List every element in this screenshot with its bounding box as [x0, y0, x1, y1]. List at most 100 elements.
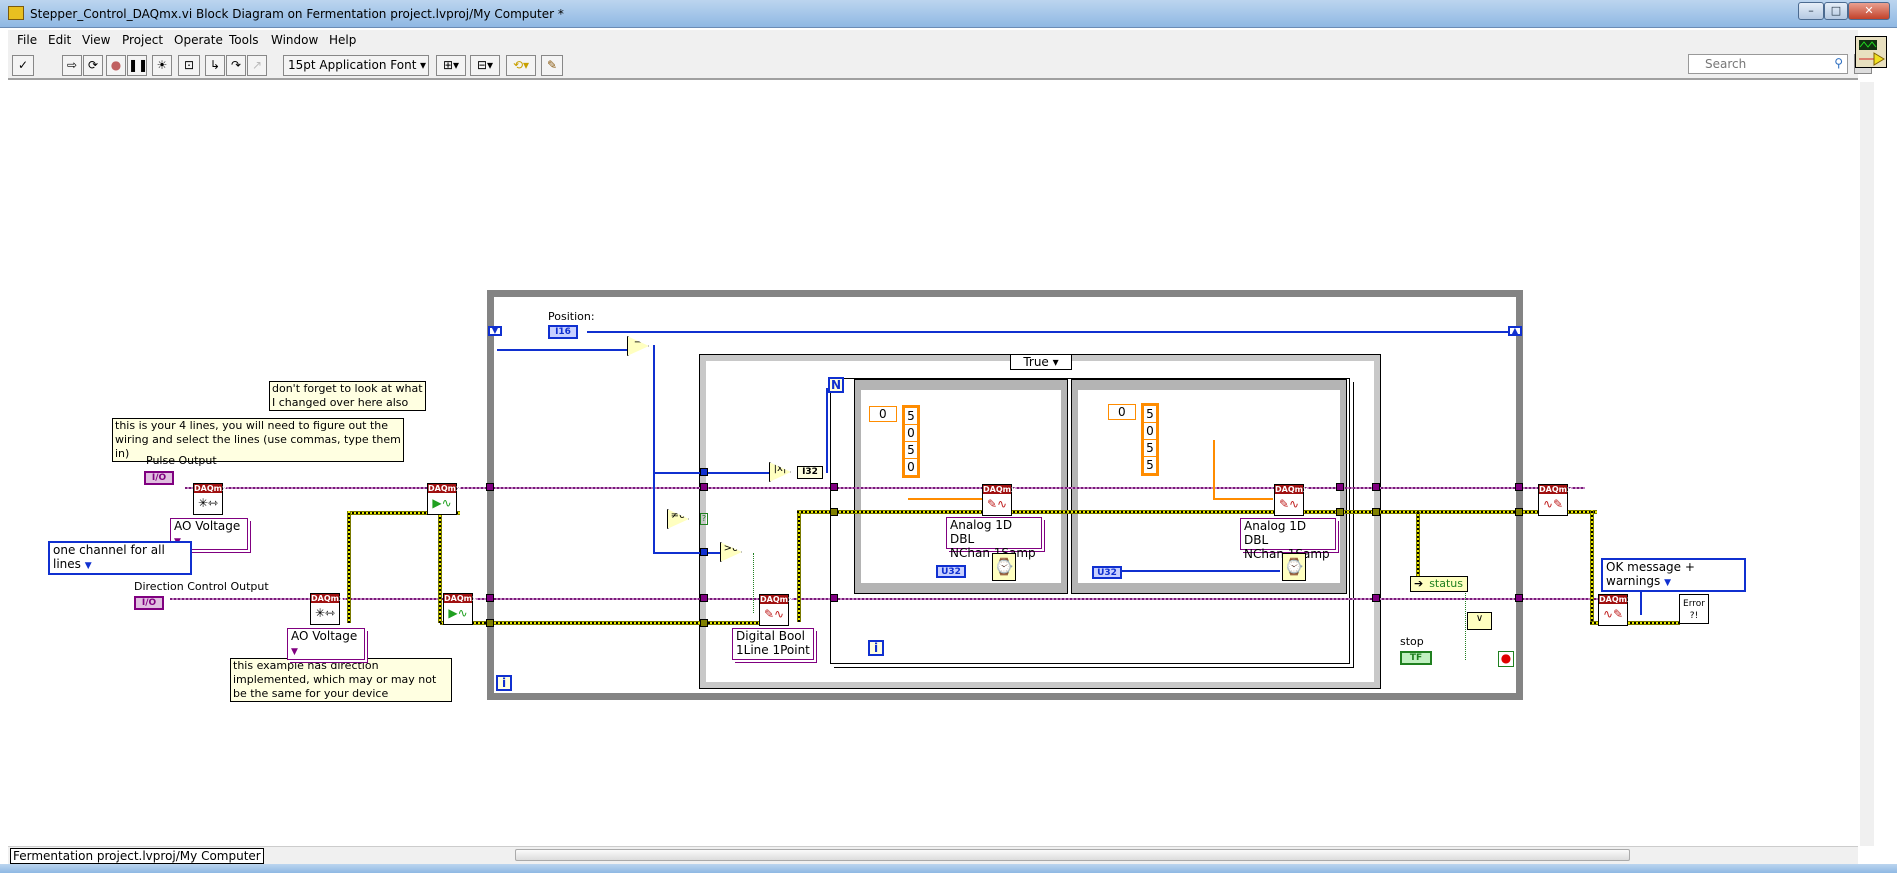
step-out-icon[interactable]: ↗ — [247, 55, 267, 76]
checkmark-icon[interactable]: ✓ — [12, 55, 34, 76]
tunnel — [700, 619, 708, 627]
ring-line-1: Analog 1D DBL — [1244, 519, 1307, 547]
task-wire-bottom — [170, 598, 1600, 600]
digital-bool-ring[interactable]: Digital Bool 1Line 1Point — [732, 628, 814, 660]
pulse-output-label: Pulse Output — [146, 454, 217, 467]
error-wire-main-top — [797, 510, 1597, 514]
array-element[interactable]: 0 — [905, 425, 917, 441]
menu-window[interactable]: Window — [271, 33, 318, 47]
error-handler-node[interactable]: Error ?! — [1679, 594, 1709, 624]
shift-register-left[interactable]: ▼ — [488, 326, 502, 336]
array-element[interactable]: 0 — [1144, 423, 1156, 439]
unbundle-status-node[interactable]: ➔ status — [1410, 576, 1468, 592]
daqmx-clear-task-1[interactable]: DAQmx ∿✎ — [1538, 484, 1573, 516]
horizontal-scrollbar-thumb[interactable] — [515, 849, 1630, 861]
low-time-control[interactable]: U32 — [936, 565, 966, 578]
wait-ms-low-node[interactable]: ⌚ — [992, 553, 1016, 581]
minimize-button[interactable]: – — [1798, 2, 1824, 20]
pulse-output-control[interactable]: I/O — [144, 471, 174, 485]
daqmx-write-analog-low[interactable]: DAQmx ✎∿ — [982, 484, 1016, 516]
diff-wire-abs — [653, 472, 773, 474]
position-control[interactable]: I16 — [548, 325, 578, 339]
write-icon: ✎∿ — [763, 607, 785, 621]
array-element[interactable]: 5 — [905, 442, 917, 458]
project-path: Fermentation project.lvproj/My Computer — [10, 848, 264, 864]
step-over-icon[interactable]: ↷ — [226, 55, 246, 76]
direction-output-label: Direction Control Output — [134, 580, 269, 593]
for-loop-iteration-terminal: i — [868, 640, 884, 656]
write-icon: ✎∿ — [986, 497, 1008, 511]
menu-view[interactable]: View — [82, 33, 110, 47]
vertical-scrollbar[interactable] — [1860, 82, 1874, 846]
reorder-icon[interactable]: ⟲▾ — [506, 55, 536, 76]
run-arrow-icon[interactable]: ⇨ — [62, 55, 82, 76]
lightbulb-icon[interactable]: ☀ — [152, 55, 172, 76]
daqmx-clear-task-2[interactable]: DAQmx ∿✎ — [1598, 594, 1632, 626]
align-objects-icon[interactable]: ⊞▾ — [436, 55, 466, 76]
ring-value: AO Voltage — [291, 629, 358, 643]
status-label: status — [1429, 577, 1463, 590]
search-input[interactable]: Search ⚲ — [1688, 54, 1848, 74]
one-channel-ring[interactable]: one channel for all lines ▼ — [48, 541, 192, 575]
daqmx-header: DAQmx — [1539, 485, 1573, 494]
menu-operate[interactable]: Operate — [174, 33, 223, 47]
stop-control[interactable]: TF — [1400, 651, 1432, 665]
array-element[interactable]: 5 — [1144, 406, 1156, 422]
daqmx-start-task-1[interactable]: DAQmx ▶∿ — [427, 483, 461, 515]
daqmx-write-digital[interactable]: DAQmx ✎∿ — [759, 594, 793, 626]
array-element[interactable]: 5 — [905, 408, 917, 424]
abort-icon[interactable]: ● — [106, 55, 126, 76]
array-element[interactable]: 5 — [1144, 457, 1156, 473]
or-node[interactable]: ∨ — [1467, 612, 1492, 630]
case-selector[interactable]: True ▾ — [1010, 354, 1072, 370]
step-into-icon[interactable]: ↳ — [205, 55, 225, 76]
shift-register-right[interactable]: ▲ — [1508, 326, 1522, 336]
run-continuously-icon[interactable]: ⟳ — [83, 55, 103, 76]
daqmx-create-channel-direction[interactable]: DAQmx ✳⇿ — [310, 593, 345, 625]
array-high-wire-v — [1213, 440, 1215, 498]
ok-message-ring[interactable]: OK message + warnings ▼ — [1601, 558, 1746, 592]
array-element[interactable]: 5 — [1144, 440, 1156, 456]
clear-task-icon: ∿✎ — [1542, 497, 1564, 511]
bool-wire — [753, 553, 754, 613]
font-select[interactable]: 15pt Application Font ▾ — [283, 55, 429, 76]
tunnel — [1515, 483, 1523, 491]
distribute-objects-icon[interactable]: ⊟▾ — [470, 55, 500, 76]
tunnel — [486, 594, 494, 602]
retain-wire-values-icon[interactable]: ⊡ — [178, 55, 200, 76]
close-button[interactable]: ✕ — [1848, 2, 1890, 20]
chevron-down-icon: ▼ — [84, 561, 92, 571]
pause-icon[interactable]: ❚❚ — [127, 55, 148, 76]
daqmx-create-channel-pulse[interactable]: DAQmx ✳⇿ — [193, 483, 227, 515]
wait-ms-high-node[interactable]: ⌚ — [1282, 553, 1306, 581]
ring-value: OK message + warnings — [1606, 560, 1695, 588]
cleanup-diagram-icon[interactable]: ✎ — [541, 55, 563, 76]
direction-output-control[interactable]: I/O — [134, 596, 164, 610]
array-constant-high[interactable]: 5 0 5 5 — [1141, 403, 1159, 476]
analog-ring-high[interactable]: Analog 1D DBL NChan 1Samp — [1240, 518, 1336, 561]
loop-condition-stop-icon[interactable]: ● — [1498, 651, 1514, 667]
toolbar: ✓ ⇨ ⟳ ● ❚❚ ☀ ⊡ ↳ ↷ ↗ 15pt Application Fo… — [8, 50, 1872, 80]
daqmx-write-analog-high[interactable]: DAQmx ✎∿ — [1274, 484, 1308, 516]
index-constant-low[interactable]: 0 — [869, 406, 897, 422]
for-loop-count-terminal: N — [828, 377, 844, 393]
maximize-button[interactable]: □ — [1824, 2, 1848, 20]
vi-icon[interactable] — [1855, 36, 1887, 68]
daqmx-start-task-2[interactable]: DAQmx ▶∿ — [443, 593, 477, 625]
menu-project[interactable]: Project — [122, 33, 163, 47]
tunnel — [830, 483, 838, 491]
high-time-control[interactable]: U32 — [1092, 566, 1122, 579]
to-i32-node[interactable]: I32 — [797, 466, 823, 479]
window-frame-bottom — [0, 864, 1897, 873]
array-constant-low[interactable]: 5 0 5 0 — [902, 405, 920, 478]
index-constant-high[interactable]: 0 — [1108, 404, 1136, 420]
analog-ring-low[interactable]: Analog 1D DBLNChan 1Samp — [946, 517, 1042, 560]
menu-edit[interactable]: Edit — [48, 33, 71, 47]
array-element[interactable]: 0 — [905, 459, 917, 475]
menu-file[interactable]: File — [17, 33, 37, 47]
tunnel — [486, 619, 494, 627]
menu-tools[interactable]: Tools — [229, 33, 259, 47]
ao-voltage-ring-2[interactable]: AO Voltage ▼ — [287, 628, 365, 660]
daqmx-header: DAQmx — [311, 594, 345, 603]
menu-help[interactable]: Help — [329, 33, 356, 47]
